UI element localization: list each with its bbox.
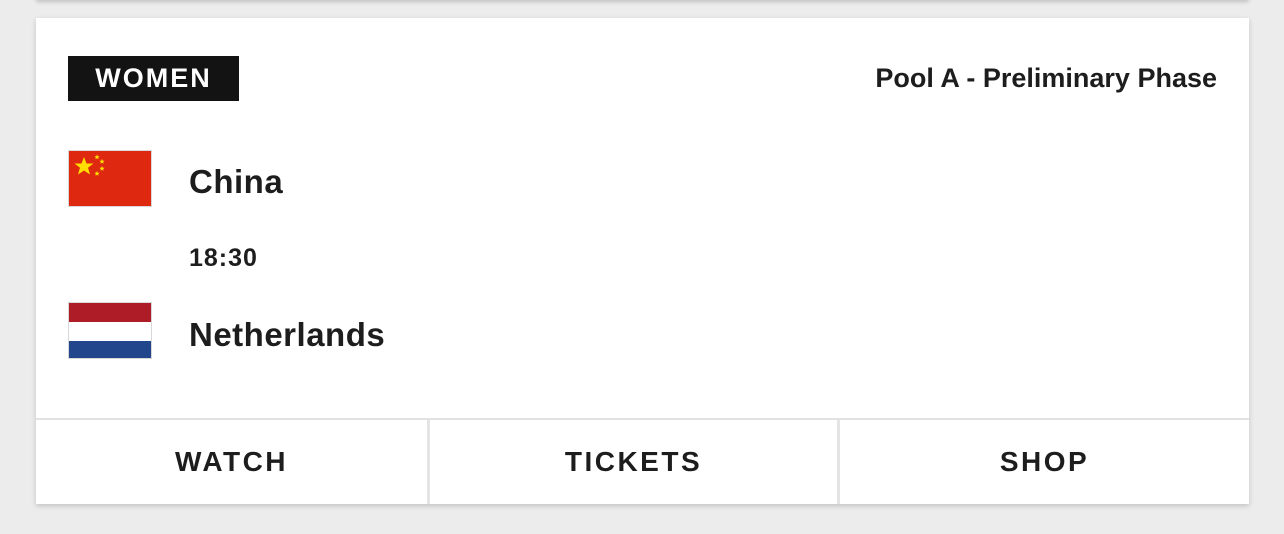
watch-button[interactable]: WATCH	[36, 420, 430, 504]
match-time: 18:30	[189, 244, 258, 272]
netherlands-flag-icon	[68, 302, 152, 359]
match-phase: Pool A - Preliminary Phase	[875, 63, 1217, 93]
category-badge: WOMEN	[68, 56, 239, 101]
china-flag-icon	[68, 150, 152, 207]
shop-button[interactable]: SHOP	[840, 420, 1249, 504]
match-card: WOMEN Pool A - Preliminary Phase China 1…	[36, 18, 1249, 504]
match-actions-bar: WATCH TICKETS SHOP	[36, 418, 1249, 504]
tickets-button[interactable]: TICKETS	[430, 420, 840, 504]
away-team-name: Netherlands	[189, 316, 386, 353]
home-team-name: China	[189, 163, 284, 200]
